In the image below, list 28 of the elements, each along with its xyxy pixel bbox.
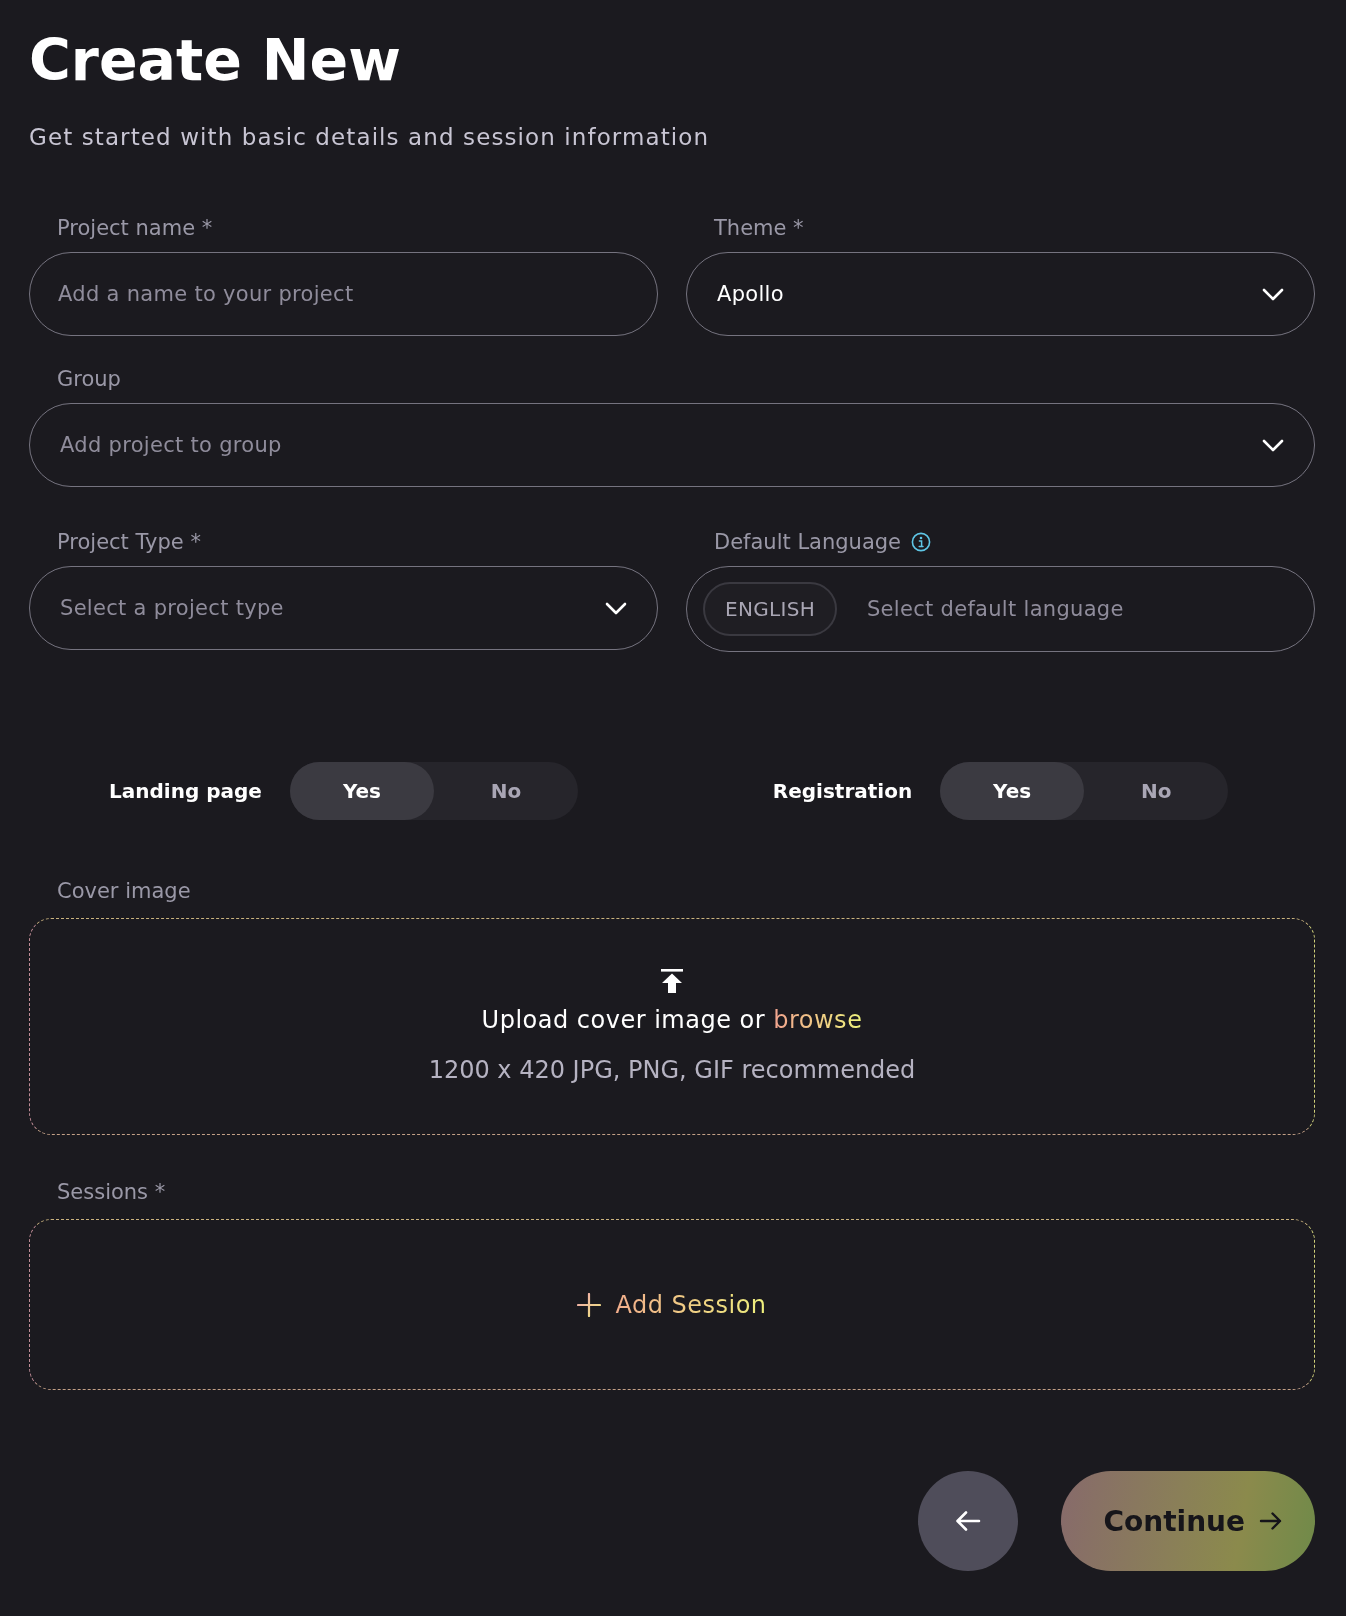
field-label: Theme * xyxy=(714,216,804,240)
upload-icon xyxy=(661,968,683,993)
continue-button[interactable]: Continue xyxy=(1061,1471,1315,1571)
page-subtitle: Get started with basic details and session information xyxy=(29,123,711,152)
plus-icon xyxy=(577,1292,602,1317)
field-label: Cover image xyxy=(56,879,192,903)
language-chip[interactable]: ENGLISH xyxy=(703,582,837,636)
toggle-option[interactable]: Yes xyxy=(940,762,1085,820)
toggle-option[interactable]: Yes xyxy=(289,762,434,820)
field-label: Sessions * xyxy=(56,1180,167,1204)
field-label: Project name * xyxy=(57,216,213,240)
chevron-down-icon xyxy=(605,601,627,615)
arrow-right-icon xyxy=(1259,1511,1283,1531)
page-title: Create New xyxy=(29,27,402,93)
field-label: Project Type * xyxy=(57,530,201,554)
text-input[interactable]: Add a name to your project xyxy=(29,252,658,336)
chevron-down-icon xyxy=(1262,438,1284,452)
upload-prompt: Upload cover image or browse xyxy=(481,1004,863,1035)
toggle-label: Registration xyxy=(772,779,913,803)
upload-hint: 1200 x 420 JPG, PNG, GIF recommended xyxy=(428,1054,916,1085)
toggle-label: Landing page xyxy=(109,779,262,803)
toggle-option[interactable]: No xyxy=(433,762,578,820)
field-label: Group xyxy=(57,367,121,391)
field-label: Default Language xyxy=(714,530,902,554)
upload-dropzone[interactable]: Upload cover image or browse 1200 x 420 JPG, PNG, GIF recommended xyxy=(29,918,1315,1135)
chevron-down-icon xyxy=(1262,287,1284,301)
arrow-left-icon xyxy=(955,1510,982,1532)
toggle-option[interactable]: No xyxy=(1084,762,1229,820)
